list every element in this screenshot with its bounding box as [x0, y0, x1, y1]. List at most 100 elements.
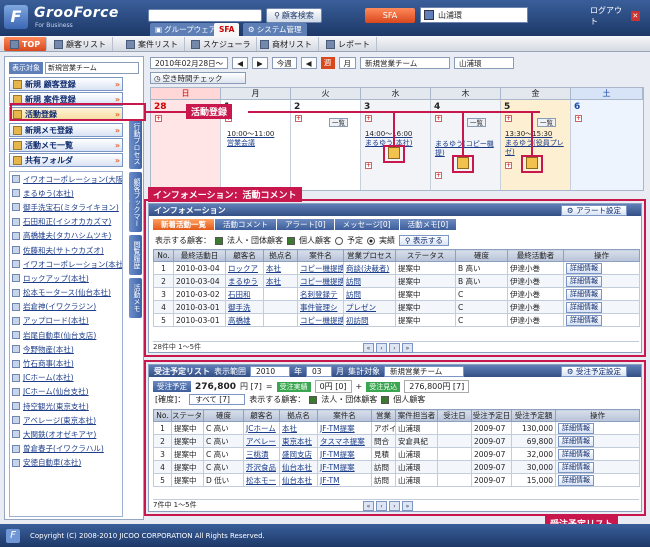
detail-button[interactable]: 詳細情報 — [566, 288, 602, 300]
table-cell[interactable]: 本社 — [263, 274, 298, 288]
table-cell[interactable]: ロックア — [225, 261, 264, 275]
user-box[interactable]: 山浦環 — [420, 7, 528, 23]
shared-folder-button[interactable]: 共有フォルダ» — [9, 153, 123, 167]
plan-radio[interactable] — [335, 236, 343, 245]
customer-list-item[interactable]: 佐藤和夫(サトウカズオ) — [10, 243, 122, 257]
tab-activity-comments[interactable]: 活動コメント — [215, 219, 276, 230]
detail-button[interactable]: 詳細情報 — [558, 474, 594, 486]
customer-list-item[interactable]: 石田和正(イシオカカズマ) — [10, 215, 122, 229]
vtab-activity-memo[interactable]: 活動メモ — [129, 278, 142, 318]
customer-list-item[interactable]: JCホーム(本社) — [10, 371, 122, 385]
detail-button[interactable]: 詳細情報 — [558, 435, 594, 447]
day-cell-sat[interactable]: 6 + — [571, 100, 643, 190]
customer-list-item[interactable]: JCホーム(仙台支社) — [10, 385, 122, 399]
table-cell[interactable]: 芥沢食品 — [243, 460, 280, 474]
column-header[interactable]: 顧客名 — [243, 409, 280, 422]
customer-search-input[interactable] — [148, 9, 262, 22]
tab-new-activities[interactable]: 新着活動一覧 — [153, 219, 214, 230]
customer-list-item[interactable]: 岩尾自動車(仙台支店) — [10, 328, 122, 342]
prev-page-button[interactable]: ‹ — [376, 501, 387, 511]
menu-deal-list[interactable]: 案件リスト — [120, 37, 185, 51]
detail-button[interactable]: 詳細情報 — [558, 422, 594, 434]
day-cell-fri[interactable]: 5 + 一覧 13:30～15:30 まるゆう(役員プレゼ) + — [501, 100, 571, 190]
order-settings-button[interactable]: ⚙ 受注予定設定 — [560, 365, 627, 377]
customer-list-item[interactable]: 竹石商事(本社) — [10, 356, 122, 370]
table-cell[interactable]: 本社 — [263, 261, 298, 275]
add-icon[interactable]: + — [505, 162, 512, 169]
show-button[interactable]: ⚲ 表示する — [399, 235, 449, 246]
table-cell[interactable]: プレゼン — [343, 300, 396, 314]
customer-list-item[interactable]: 大関鉄(オオゼキアヤ) — [10, 427, 122, 441]
customer-list-item[interactable]: ロックアップ(本社) — [10, 271, 122, 285]
detail-button[interactable]: 詳細情報 — [566, 301, 602, 313]
last-page-button[interactable]: » — [402, 343, 413, 353]
column-header[interactable]: 顧客名 — [225, 249, 264, 262]
column-header[interactable]: ステータス — [171, 409, 204, 422]
tab-system-admin[interactable]: ⚙ システム管理 — [243, 23, 307, 36]
customer-list-item[interactable]: 御手洗宝石(ミタライキヨン) — [10, 200, 122, 214]
team-select[interactable]: 新規営業チーム — [360, 57, 451, 69]
new-memo-button[interactable]: 新規メモ登録» — [9, 123, 123, 137]
customer-list-item[interactable]: 安徳自動車(本社) — [10, 456, 122, 470]
free-time-check-button[interactable]: ◷ 空き時間チェック — [150, 72, 246, 84]
table-cell[interactable]: 東京本社 — [279, 434, 318, 448]
table-cell[interactable]: 三桃漬 — [243, 447, 280, 461]
add-icon[interactable]: + — [505, 115, 512, 122]
column-header[interactable]: No. — [153, 249, 174, 262]
vtab-history[interactable]: 閲覧履歴 — [129, 235, 142, 275]
list-button[interactable]: 一覧 — [467, 118, 486, 127]
detail-button[interactable]: 詳細情報 — [566, 275, 602, 287]
menu-top[interactable]: TOP — [4, 37, 48, 51]
customer-list-item[interactable]: アベレージ(東京本社) — [10, 413, 122, 427]
year-select[interactable]: 2010 — [250, 365, 290, 377]
list-button[interactable]: 一覧 — [537, 118, 556, 127]
column-header[interactable]: 営業 — [371, 409, 396, 422]
table-cell[interactable]: JF-TM提案 — [317, 460, 372, 474]
menu-product-list[interactable]: 商材リスト — [254, 37, 319, 51]
table-cell[interactable]: コピー機提携 — [297, 274, 344, 288]
accuracy-select[interactable]: すべて [7] — [189, 394, 246, 405]
customer-list-item[interactable]: イワオコーポレーション(本社) — [10, 257, 122, 271]
table-cell[interactable]: 御手洗 — [225, 300, 264, 314]
month-view-button[interactable]: 月 — [338, 57, 357, 69]
column-header[interactable]: 操作 — [555, 409, 640, 422]
customer-list-item[interactable]: 今野物産(本社) — [10, 342, 122, 356]
prev-week-button[interactable]: ◀ — [300, 57, 317, 69]
alert-settings-button[interactable]: ⚙ アラート設定 — [560, 204, 627, 216]
display-target-select[interactable]: 新規営業チーム — [45, 61, 139, 74]
list-button[interactable]: 一覧 — [329, 118, 348, 127]
column-header[interactable]: ステータス — [395, 249, 456, 262]
add-icon[interactable]: + — [155, 115, 162, 122]
new-customer-button[interactable]: 新規 顧客登録» — [9, 77, 123, 91]
table-cell[interactable] — [263, 313, 298, 327]
table-cell[interactable]: 仙台本社 — [279, 473, 318, 487]
column-header[interactable]: 受注日 — [437, 409, 472, 422]
next-page-button[interactable]: › — [389, 501, 400, 511]
customer-search-button[interactable]: ⚲ 顧客検索 — [266, 8, 322, 23]
table-cell[interactable]: 松本モー — [243, 473, 280, 487]
customer-list-item[interactable]: アップロード(本社) — [10, 314, 122, 328]
day-cell-thu[interactable]: 4 + 一覧 まるゆう(コピー機提) + — [431, 100, 501, 190]
prev-page-button[interactable]: ‹ — [376, 343, 387, 353]
detail-button[interactable]: 詳細情報 — [558, 461, 594, 473]
person-select[interactable]: 山浦環 — [454, 57, 515, 69]
sfa-module-tab[interactable]: SFA — [365, 8, 415, 23]
tab-groupware[interactable]: ▣ グループウェア — [150, 23, 222, 36]
next-page-button[interactable]: › — [389, 343, 400, 353]
column-header[interactable]: 営業プロセス — [343, 249, 396, 262]
column-header[interactable]: 受注予定日 — [471, 409, 512, 422]
detail-button[interactable]: 詳細情報 — [566, 314, 602, 326]
table-cell[interactable]: タスマネ提案 — [317, 434, 372, 448]
tab-activity-memo[interactable]: 活動メモ[0] — [399, 219, 457, 230]
table-cell[interactable]: 本社 — [279, 421, 318, 435]
table-cell[interactable]: 訪問 — [343, 274, 396, 288]
customer-list-item[interactable]: 曽倉春子(イワクラハル) — [10, 442, 122, 456]
memo-list-button[interactable]: 活動メモ一覧» — [9, 138, 123, 152]
table-cell[interactable]: コピー機提携 — [297, 313, 344, 327]
target-select[interactable]: 新規営業チーム — [384, 365, 464, 377]
vtab-customer-bookmark[interactable]: 顧客ブックマーク — [123, 172, 142, 232]
vtab-action-process[interactable]: 行動プロセス — [129, 119, 142, 169]
add-icon[interactable]: + — [435, 115, 442, 122]
detail-button[interactable]: 詳細情報 — [566, 262, 602, 274]
table-cell[interactable]: 商談(決裁者) — [343, 261, 396, 275]
